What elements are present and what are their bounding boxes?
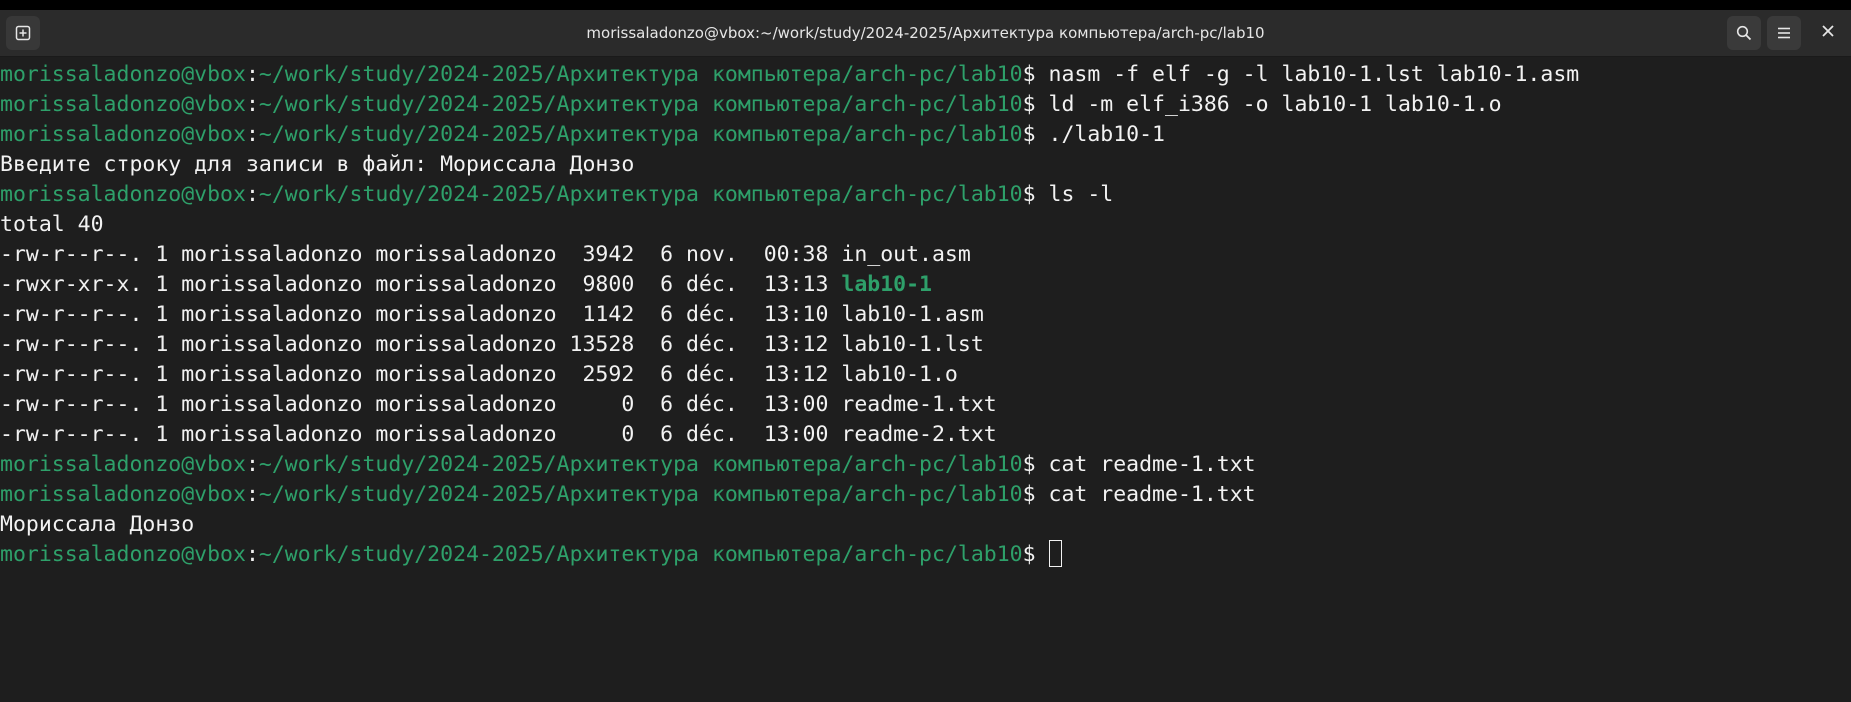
prompt-path: ~/work/study/2024-2025/Архитектура компь… (258, 92, 1023, 117)
top-system-strip (0, 0, 1851, 10)
ls-entry-filename: lab10-1.o (841, 362, 958, 387)
command-text: cat readme-1.txt (1048, 452, 1256, 477)
ls-entry-line: -rw-r--r--. 1 morissaladonzo morissalado… (0, 420, 1851, 450)
prompt-symbol: $ (1022, 92, 1049, 117)
output-text: Введите строку для записи в файл: Морисс… (0, 152, 635, 177)
ls-entry-filename: readme-1.txt (841, 392, 997, 417)
prompt-user-host: morissaladonzo@vbox (0, 452, 246, 477)
ls-entry-meta: -rwxr-xr-x. 1 morissaladonzo morissalado… (0, 272, 842, 297)
prompt-user-host: morissaladonzo@vbox (0, 482, 246, 507)
output-line: Мориссала Донзо (0, 510, 1851, 540)
output-text: Мориссала Донзо (0, 512, 195, 537)
prompt-user-host: morissaladonzo@vbox (0, 122, 246, 147)
prompt-colon: : (245, 122, 259, 147)
command-text: ld -m elf_i386 -o lab10-1 lab10-1.o (1048, 92, 1502, 117)
command-text: ./lab10-1 (1048, 122, 1166, 147)
ls-entry-line: -rw-r--r--. 1 morissaladonzo morissalado… (0, 360, 1851, 390)
search-button[interactable] (1727, 16, 1761, 50)
ls-entry-meta: -rw-r--r--. 1 morissaladonzo morissalado… (0, 332, 842, 357)
prompt-colon: : (245, 92, 259, 117)
prompt-user-host: morissaladonzo@vbox (0, 62, 246, 87)
prompt-line: morissaladonzo@vbox:~/work/study/2024-20… (0, 540, 1851, 570)
output-line: total 40 (0, 210, 1851, 240)
prompt-line: morissaladonzo@vbox:~/work/study/2024-20… (0, 180, 1851, 210)
hamburger-menu-icon (1776, 25, 1792, 41)
ls-entry-line: -rw-r--r--. 1 morissaladonzo morissalado… (0, 300, 1851, 330)
ls-entry-filename: lab10-1.lst (841, 332, 984, 357)
ls-entry-meta: -rw-r--r--. 1 morissaladonzo morissalado… (0, 242, 842, 267)
title-bar: morissaladonzo@vbox:~/work/study/2024-20… (0, 10, 1851, 57)
ls-entry-line: -rwxr-xr-x. 1 morissaladonzo morissalado… (0, 270, 1851, 300)
ls-entry-line: -rw-r--r--. 1 morissaladonzo morissalado… (0, 390, 1851, 420)
prompt-user-host: morissaladonzo@vbox (0, 182, 246, 207)
prompt-line: morissaladonzo@vbox:~/work/study/2024-20… (0, 480, 1851, 510)
ls-entry-line: -rw-r--r--. 1 morissaladonzo morissalado… (0, 330, 1851, 360)
prompt-user-host: morissaladonzo@vbox (0, 92, 246, 117)
window-title: morissaladonzo@vbox:~/work/study/2024-20… (586, 24, 1265, 42)
output-line: Введите строку для записи в файл: Морисс… (0, 150, 1851, 180)
ls-entry-filename: lab10-1 (841, 272, 932, 297)
prompt-colon: : (245, 542, 259, 567)
close-button[interactable] (1811, 16, 1845, 50)
close-icon (1821, 24, 1835, 43)
prompt-colon: : (245, 452, 259, 477)
prompt-colon: : (245, 182, 259, 207)
prompt-symbol: $ (1022, 62, 1049, 87)
terminal-window: morissaladonzo@vbox:~/work/study/2024-20… (0, 0, 1851, 702)
prompt-symbol: $ (1022, 482, 1049, 507)
ls-entry-meta: -rw-r--r--. 1 morissaladonzo morissalado… (0, 422, 842, 447)
command-text: nasm -f elf -g -l lab10-1.lst lab10-1.as… (1048, 62, 1580, 87)
prompt-line: morissaladonzo@vbox:~/work/study/2024-20… (0, 120, 1851, 150)
prompt-symbol: $ (1022, 182, 1049, 207)
ls-entry-filename: lab10-1.asm (841, 302, 984, 327)
ls-entry-filename: readme-2.txt (841, 422, 997, 447)
ls-entry-line: -rw-r--r--. 1 morissaladonzo morissalado… (0, 240, 1851, 270)
prompt-user-host: morissaladonzo@vbox (0, 542, 246, 567)
output-text: total 40 (0, 212, 104, 237)
prompt-line: morissaladonzo@vbox:~/work/study/2024-20… (0, 60, 1851, 90)
prompt-path: ~/work/study/2024-2025/Архитектура компь… (258, 62, 1023, 87)
prompt-path: ~/work/study/2024-2025/Архитектура компь… (258, 182, 1023, 207)
terminal-output[interactable]: morissaladonzo@vbox:~/work/study/2024-20… (0, 60, 1851, 702)
prompt-symbol: $ (1022, 452, 1049, 477)
prompt-symbol: $ (1022, 122, 1049, 147)
search-icon (1736, 25, 1752, 41)
ls-entry-filename: in_out.asm (841, 242, 971, 267)
menu-button[interactable] (1767, 16, 1801, 50)
prompt-line: morissaladonzo@vbox:~/work/study/2024-20… (0, 450, 1851, 480)
prompt-path: ~/work/study/2024-2025/Архитектура компь… (258, 542, 1023, 567)
prompt-colon: : (245, 482, 259, 507)
prompt-line: morissaladonzo@vbox:~/work/study/2024-20… (0, 90, 1851, 120)
prompt-path: ~/work/study/2024-2025/Архитектура компь… (258, 122, 1023, 147)
prompt-colon: : (245, 62, 259, 87)
prompt-path: ~/work/study/2024-2025/Архитектура компь… (258, 482, 1023, 507)
text-cursor[interactable] (1048, 540, 1062, 567)
ls-entry-meta: -rw-r--r--. 1 morissaladonzo morissalado… (0, 362, 842, 387)
command-text: ls -l (1048, 182, 1114, 207)
command-text: cat readme-1.txt (1048, 482, 1256, 507)
ls-entry-meta: -rw-r--r--. 1 morissaladonzo morissalado… (0, 302, 842, 327)
prompt-symbol: $ (1022, 542, 1049, 567)
ls-entry-meta: -rw-r--r--. 1 morissaladonzo morissalado… (0, 392, 842, 417)
prompt-path: ~/work/study/2024-2025/Архитектура компь… (258, 452, 1023, 477)
